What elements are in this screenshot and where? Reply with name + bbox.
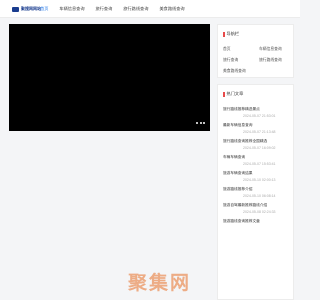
nav-item-route-query[interactable]: 旅行路线查询 bbox=[123, 6, 148, 12]
dot bbox=[199, 122, 202, 124]
article-title[interactable]: 最新车辆信息查询 bbox=[223, 123, 293, 130]
article-date: 2024-05-10 02:00:13 bbox=[243, 178, 276, 182]
article-title[interactable]: 旅行路线推荐精选景点 bbox=[223, 107, 293, 114]
hot-articles-header: 热门文章 bbox=[223, 91, 243, 97]
title-marker-icon bbox=[223, 91, 225, 97]
nav-item-home[interactable]: 首页 bbox=[40, 6, 48, 12]
article-date: 2024-05-07 16:09:02 bbox=[243, 146, 276, 150]
list-item[interactable]: 旅游路线推荐介绍 2024-05-10 06:08:14 bbox=[223, 187, 293, 203]
list-item[interactable]: 旅游路线查询推荐文章 bbox=[223, 219, 293, 235]
category-card-header: 导航栏 bbox=[223, 31, 239, 37]
dot bbox=[203, 122, 205, 124]
site-logo[interactable]: 聚搜网网站 bbox=[12, 6, 41, 12]
top-nav-bar: 聚搜网网站 首页 车辆信息查询 旅行查询 旅行路线查询 美食路线查询 bbox=[0, 0, 300, 18]
list-item[interactable]: 旅行路线查询推荐全国精选 2024-05-07 16:09:02 bbox=[223, 139, 293, 155]
category-link-home[interactable]: 首页 bbox=[223, 47, 259, 52]
article-date: 2024-05-08 02:24:33 bbox=[243, 210, 276, 214]
dot bbox=[196, 122, 198, 124]
category-grid: 首页 车辆信息查询 旅行查询 旅行路线查询 美食路线查询 bbox=[223, 47, 293, 74]
category-card: 导航栏 首页 车辆信息查询 旅行查询 旅行路线查询 美食路线查询 bbox=[217, 24, 294, 78]
list-item[interactable]: 车辆车辆查询 2024-05-07 15:53:41 bbox=[223, 155, 293, 171]
more-dots-icon[interactable] bbox=[195, 122, 205, 124]
list-item[interactable]: 旅行路线推荐精选景点 2024-05-07 21:53:01 bbox=[223, 107, 293, 123]
hot-articles-title: 热门文章 bbox=[226, 91, 244, 96]
article-date bbox=[223, 226, 293, 235]
category-link-route-query[interactable]: 旅行路线查询 bbox=[259, 58, 293, 63]
logo-icon bbox=[12, 6, 19, 12]
nav-item-food-route-query[interactable]: 美食路线查询 bbox=[159, 6, 184, 12]
article-title[interactable]: 旅游自驾最新推荐路线介绍 bbox=[223, 203, 293, 210]
hot-articles-list: 旅行路线推荐精选景点 2024-05-07 21:53:01 最新车辆信息查询 … bbox=[223, 107, 293, 235]
list-item[interactable]: 旅游自驾最新推荐路线介绍 2024-05-08 02:24:33 bbox=[223, 203, 293, 219]
category-card-title: 导航栏 bbox=[226, 31, 240, 36]
hot-articles-card: 热门文章 旅行路线推荐精选景点 2024-05-07 21:53:01 最新车辆… bbox=[217, 84, 294, 300]
article-date: 2024-05-07 21:53:01 bbox=[243, 114, 276, 118]
site-watermark: 聚集网 bbox=[128, 273, 192, 294]
article-title[interactable]: 旅游路线查询推荐文章 bbox=[223, 219, 293, 226]
article-title[interactable]: 车辆车辆查询 bbox=[223, 155, 293, 162]
title-marker-icon bbox=[223, 31, 225, 37]
article-date: 2024-05-07 15:53:41 bbox=[243, 162, 276, 166]
article-date: 2024-05-07 21:13:48 bbox=[243, 130, 276, 134]
category-link-travel-query[interactable]: 旅行查询 bbox=[223, 58, 259, 63]
category-link-vehicle-query[interactable]: 车辆信息查询 bbox=[259, 47, 293, 52]
category-link-food-route-query[interactable]: 美食路线查询 bbox=[223, 69, 259, 74]
list-item[interactable]: 旅游车辆查询结果 2024-05-10 02:00:13 bbox=[223, 171, 293, 187]
nav-item-travel-query[interactable]: 旅行查询 bbox=[96, 6, 113, 12]
list-item[interactable]: 最新车辆信息查询 2024-05-07 21:13:48 bbox=[223, 123, 293, 139]
main-nav: 首页 车辆信息查询 旅行查询 旅行路线查询 美食路线查询 bbox=[40, 6, 196, 12]
article-title[interactable]: 旅行路线查询推荐全国精选 bbox=[223, 139, 293, 146]
article-title[interactable]: 旅游路线推荐介绍 bbox=[223, 187, 293, 194]
video-player[interactable] bbox=[9, 24, 210, 131]
article-title[interactable]: 旅游车辆查询结果 bbox=[223, 171, 293, 178]
article-date: 2024-05-10 06:08:14 bbox=[243, 194, 276, 198]
nav-item-vehicle-query[interactable]: 车辆信息查询 bbox=[59, 6, 84, 12]
logo-text: 聚搜网网站 bbox=[21, 6, 41, 11]
